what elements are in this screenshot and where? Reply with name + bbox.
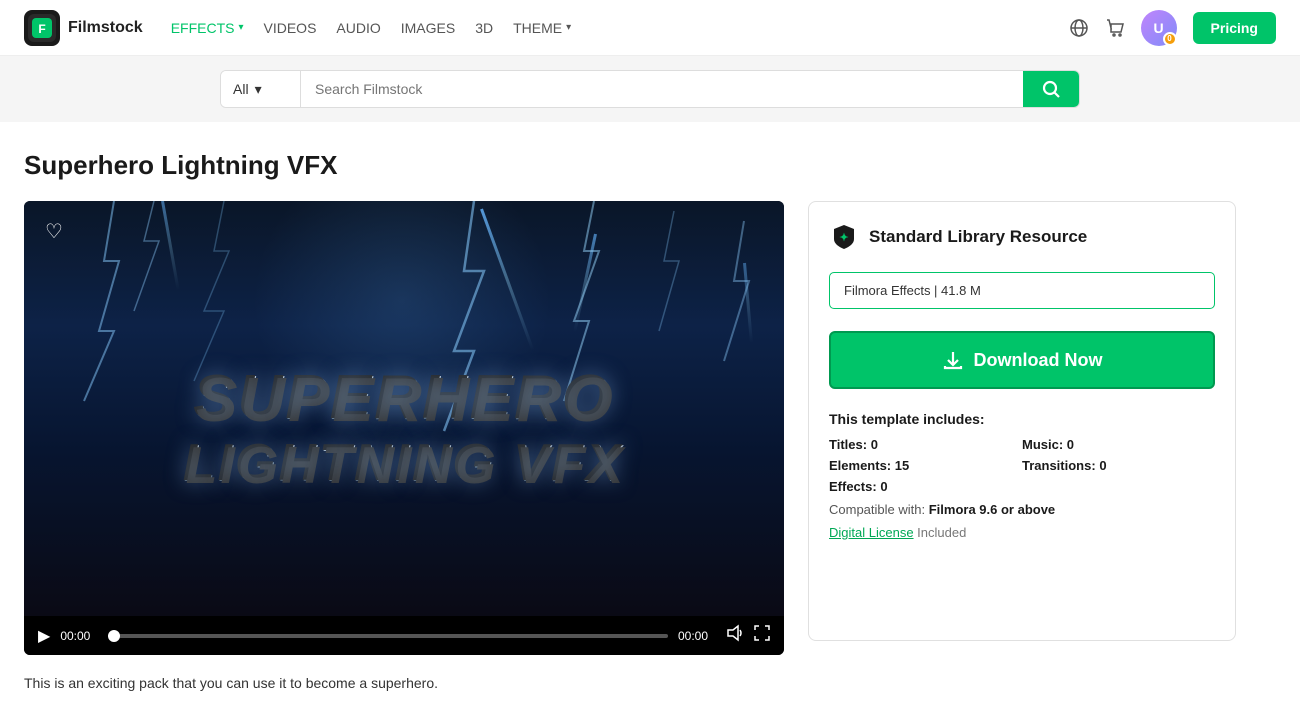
header: F Filmstock EFFECTS ▾ VIDEOS AUDIO IMAGE… [0,0,1300,56]
template-includes-title: This template includes: [829,411,1215,427]
template-grid: Titles: 0 Music: 0 Elements: 15 Transiti… [829,437,1215,494]
page-description: This is an exciting pack that you can us… [24,675,1236,691]
favorite-button[interactable]: ♡ [38,215,70,247]
svg-text:✦: ✦ [839,232,848,244]
video-preview: ♡ SUPERHERO LIGHTNING VFX [24,201,784,616]
elements-row: Elements: 15 [829,458,1022,473]
effects-chevron-icon: ▾ [238,22,243,33]
pricing-button[interactable]: Pricing [1193,12,1276,44]
nav-effects[interactable]: EFFECTS ▾ [171,20,244,36]
play-button[interactable]: ▶ [38,626,50,646]
theme-chevron-icon: ▾ [566,22,571,33]
globe-icon[interactable] [1069,18,1089,38]
license-link[interactable]: Digital License [829,525,914,540]
search-icon [1041,79,1061,99]
time-total: 00:00 [678,629,716,643]
dropdown-chevron-icon: ▾ [255,81,262,98]
download-icon [942,349,964,371]
nav-audio[interactable]: AUDIO [336,20,380,36]
page-title: Superhero Lightning VFX [24,150,1236,181]
download-panel: ✦ Standard Library Resource Filmora Effe… [808,201,1236,641]
fullscreen-button[interactable] [754,625,770,646]
svg-text:F: F [38,22,45,36]
license-included-text: Included [917,525,966,540]
search-category-dropdown[interactable]: All ▾ [221,71,301,107]
video-title-overlay: SUPERHERO LIGHTNING VFX [184,363,625,494]
nav-theme[interactable]: THEME ▾ [513,20,571,36]
progress-thumb [108,630,120,642]
user-avatar[interactable]: U 0 [1141,10,1177,46]
titles-row: Titles: 0 [829,437,1022,452]
compatible-text: Compatible with: Filmora 9.6 or above [829,502,1215,517]
download-button[interactable]: Download Now [829,331,1215,389]
logo-icon: F [24,10,60,46]
nav-3d[interactable]: 3D [475,20,493,36]
panel-header: ✦ Standard Library Resource [829,222,1215,252]
music-row: Music: 0 [1022,437,1215,452]
template-includes: This template includes: Titles: 0 Music:… [829,411,1215,540]
shield-icon: ✦ [829,222,859,252]
header-right: U 0 Pricing [1069,10,1276,46]
cart-icon[interactable] [1105,18,1125,38]
video-controls: ▶ 00:00 00:00 [24,616,784,655]
progress-bar[interactable] [108,634,668,638]
main-layout: ♡ SUPERHERO LIGHTNING VFX ▶ 00:00 00:00 [24,201,1236,655]
main-nav: EFFECTS ▾ VIDEOS AUDIO IMAGES 3D THEME ▾ [171,20,1069,36]
time-current: 00:00 [60,629,98,643]
notification-badge: 0 [1163,32,1177,46]
nav-videos[interactable]: VIDEOS [264,20,317,36]
file-info-text: Filmora Effects | 41.8 M [844,283,981,298]
page-content: Superhero Lightning VFX [0,122,1260,719]
panel-title: Standard Library Resource [869,227,1087,247]
file-info-badge: Filmora Effects | 41.8 M [829,272,1215,309]
nav-images[interactable]: IMAGES [401,20,455,36]
video-player: ♡ SUPERHERO LIGHTNING VFX ▶ 00:00 00:00 [24,201,784,655]
transitions-row: Transitions: 0 [1022,458,1215,473]
search-bar-section: All ▾ [0,56,1300,122]
search-container: All ▾ [220,70,1080,108]
license-row: Digital License Included [829,525,1215,540]
volume-button[interactable] [726,624,744,647]
search-input[interactable] [301,71,1023,107]
video-title-line1: SUPERHERO [184,363,625,434]
logo[interactable]: F Filmstock [24,10,143,46]
effects-row: Effects: 0 [829,479,1022,494]
video-title-line2: LIGHTNING VFX [184,434,625,494]
search-button[interactable] [1023,71,1079,107]
logo-text: Filmstock [68,19,143,37]
